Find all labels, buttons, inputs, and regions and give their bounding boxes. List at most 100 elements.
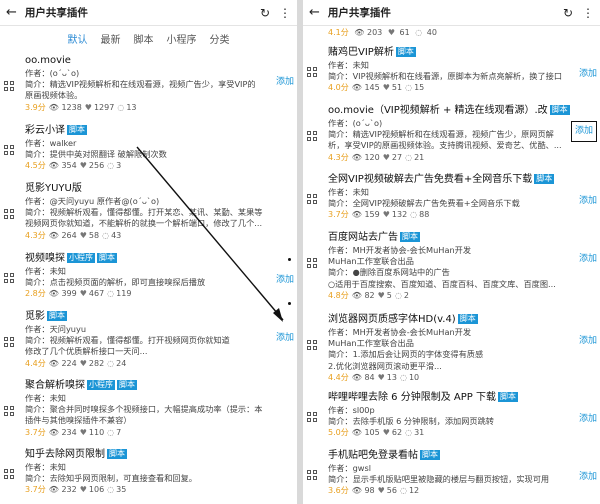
list-item[interactable]: oo.movie 作者：(o´ᴗ`o) 简介：精选VIP视频解析和在线观看源，视频广…: [0, 51, 297, 114]
rating-score: 2.8分: [25, 289, 46, 299]
plugin-grid-icon: [307, 258, 317, 268]
add-button[interactable]: 添加: [276, 77, 294, 88]
list-item[interactable]: 浏览器网页质感字体HD(v.4) 脚本 作者：MH开发者协会-会长MuHan开发 Mu…: [303, 310, 600, 384]
left-panel: ← 用户共享插件 ↻ ⋮ 默认 最新 脚本 小程序 分类 oo.movie 作者：…: [0, 0, 297, 504]
like-count: 56: [386, 486, 397, 496]
view-count: 82: [364, 290, 375, 300]
like-count: 110: [88, 427, 105, 437]
refresh-icon[interactable]: ↻: [563, 6, 573, 20]
list-item[interactable]: 觅影YUYU版 作者：@天问yuyu 原作者@(o´ᴗ`o) 简介：视频解析观看，懂…: [0, 179, 297, 242]
list-item[interactable]: 觅影 脚本 作者：天问yuyu 简介：视频解析观看，懂得都懂。打开视频网页你就知道 修改…: [0, 307, 297, 370]
like-icon: ♥: [79, 485, 87, 495]
view-icon: 👁: [354, 28, 365, 37]
comment-icon: ◌: [399, 372, 407, 382]
view-icon: 👁: [351, 486, 362, 496]
tab-default[interactable]: 默认: [68, 31, 88, 46]
view-count: 105: [364, 428, 380, 438]
plugin-description: 简介：●删除百度系网站中的广告: [328, 267, 450, 278]
more-menu-icon[interactable]: ⋮: [582, 6, 594, 20]
left-top-bar: ← 用户共享插件 ↻ ⋮: [0, 0, 297, 26]
plugin-grid-icon: [4, 469, 14, 479]
list-item[interactable]: 手机贴吧免登录看帖 脚本 作者：gwsl 简介：显示手机版贴吧里被隐藏的楼层与翻页按钮…: [303, 446, 600, 498]
item-stats: 4.4分 👁 224 ♥ 282 ◌ 24: [25, 358, 267, 369]
type-badge: 脚本: [117, 380, 137, 390]
plugin-description: 简介：1.添加后会让网页的字体变得有质感: [328, 349, 484, 360]
list-item[interactable]: 哔哩哔哩去除 6 分钟限制及 APP 下载 脚本 作者：sl00p 简介：去除手机版 …: [303, 388, 600, 440]
plugin-grid-icon: [307, 194, 317, 204]
right-top-bar: ← 用户共享插件 ↻ ⋮: [303, 0, 600, 26]
list-item[interactable]: oo.movie（VIP视频解析 + 精选在线观看源）.改 脚本 作者：(o´ᴗ`o…: [303, 101, 600, 164]
type-badge: 脚本: [107, 449, 127, 459]
plugin-grid-icon: [307, 340, 317, 350]
view-icon: 👁: [48, 102, 59, 112]
comment-count: 15: [414, 83, 425, 93]
refresh-icon[interactable]: ↻: [260, 6, 270, 20]
view-icon: 👁: [48, 427, 59, 437]
type-badge: 脚本: [67, 125, 87, 135]
add-button[interactable]: 添加: [276, 333, 294, 344]
rating-score: 5.0分: [328, 428, 349, 438]
plugin-description: MuHan工作室联合出品: [328, 338, 414, 349]
item-stats: 4.3分 👁 264 ♥ 58 ◌ 43: [25, 230, 267, 241]
like-icon: ♥: [382, 210, 390, 220]
view-icon: 👁: [48, 230, 59, 240]
view-count: 98: [364, 486, 375, 496]
category-tabs: 默认 最新 脚本 小程序 分类: [0, 26, 297, 50]
view-icon: 👁: [351, 210, 362, 220]
plugin-name: 赌鸡巴VIP解析 脚本: [328, 47, 416, 58]
item-stats: 3.7分 👁 234 ♥ 110 ◌ 7: [25, 427, 267, 438]
view-icon: 👁: [48, 358, 59, 368]
like-count: 62: [391, 428, 403, 438]
plugin-description: 视频网页你就知道，不能解析的就换一个解析端口，修改了几个...: [25, 218, 263, 229]
add-button[interactable]: 添加: [579, 336, 597, 347]
type-badge: 小程序: [87, 380, 115, 390]
plugin-name: 彩云小译 脚本: [25, 125, 87, 136]
plugin-grid-icon: [4, 337, 14, 347]
plugin-author: 作者：(o´ᴗ`o): [25, 68, 80, 78]
view-count: 224: [61, 358, 77, 368]
plugin-description: 2.优化浏览器网页滚动更平滑...: [328, 360, 442, 371]
add-button[interactable]: 添加: [579, 254, 597, 265]
view-icon: 👁: [48, 161, 59, 171]
plugin-description: 简介：聚合并同时嗅探多个视频接口，大幅提高成功率（提示：本: [25, 404, 263, 415]
type-badge: 小程序: [67, 253, 95, 263]
add-button[interactable]: 添加: [579, 69, 597, 80]
comment-icon: ◌: [410, 210, 418, 220]
comment-icon: ◌: [117, 102, 125, 112]
list-item[interactable]: 百度网站去广告 脚本 作者：MH开发者协会-会长MuHan开发 MuHan工作室联合出…: [303, 228, 600, 302]
like-count: 106: [88, 485, 105, 495]
view-count: 234: [61, 427, 77, 437]
list-item[interactable]: 知乎去除网页限制 脚本 作者：未知 简介：去除知乎网页限制，可直接查看和回复。 3.7分…: [0, 445, 297, 497]
like-icon: ♥: [84, 102, 92, 112]
add-button[interactable]: 添加: [579, 196, 597, 207]
view-icon: 👁: [351, 290, 362, 300]
plugin-author: 作者：(o´ᴗ`o): [328, 118, 383, 128]
like-icon: ♥: [382, 428, 390, 438]
plugin-author: 作者：MH开发者协会-会长MuHan开发: [328, 327, 472, 337]
tab-latest[interactable]: 最新: [101, 31, 121, 46]
page-title: 用户共享插件: [327, 7, 391, 19]
plugin-description: 简介：提供中英对照翻译 破解限制次数: [25, 149, 167, 160]
plugin-author: 作者：@天问yuyu 原作者@(o´ᴗ`o): [25, 196, 160, 206]
tab-category[interactable]: 分类: [210, 31, 230, 46]
item-stats: 4.4分 👁 84 ♥ 13 ◌ 10: [328, 372, 570, 383]
add-button[interactable]: 添加: [570, 121, 597, 143]
add-button[interactable]: 添加: [579, 414, 597, 425]
tab-script[interactable]: 脚本: [134, 31, 154, 46]
add-button[interactable]: 添加: [276, 275, 294, 286]
like-count: 27: [391, 152, 403, 162]
list-item[interactable]: 赌鸡巴VIP解析 脚本 作者：未知 简介：VIP视频解析和在线看源，原脚本为新点亮解析…: [303, 43, 600, 95]
list-item[interactable]: 视频嗅探 小程序 脚本 作者：未知 简介：点击视频页面的解析，即可直接嗅探后播放 2.8分…: [0, 249, 297, 301]
list-item[interactable]: 彩云小译 脚本 作者：walker 简介：提供中英对照翻译 破解限制次数 4.5分 👁 3…: [0, 121, 297, 173]
plugin-description: 简介：精选VIP视频解析和在线观看源，视频广告少，原网页解: [328, 129, 554, 140]
back-arrow-icon[interactable]: ←: [309, 5, 320, 20]
tab-mini-program[interactable]: 小程序: [167, 31, 197, 46]
back-arrow-icon[interactable]: ←: [6, 5, 17, 20]
more-menu-icon[interactable]: ⋮: [279, 6, 291, 20]
plugin-grid-icon: [307, 412, 317, 422]
add-button[interactable]: 添加: [579, 472, 597, 483]
list-item[interactable]: 聚合解析嗅探 小程序 脚本 作者：未知 简介：聚合并同时嗅探多个视频接口，大幅提高成功率…: [0, 376, 297, 439]
list-item[interactable]: 全网VIP视频破解去广告免费看+全网音乐下载 脚本 作者：未知 简介：全网VIP视频破…: [303, 170, 600, 222]
like-icon: ♥: [377, 486, 385, 496]
plugin-name: 百度网站去广告 脚本: [328, 232, 420, 243]
